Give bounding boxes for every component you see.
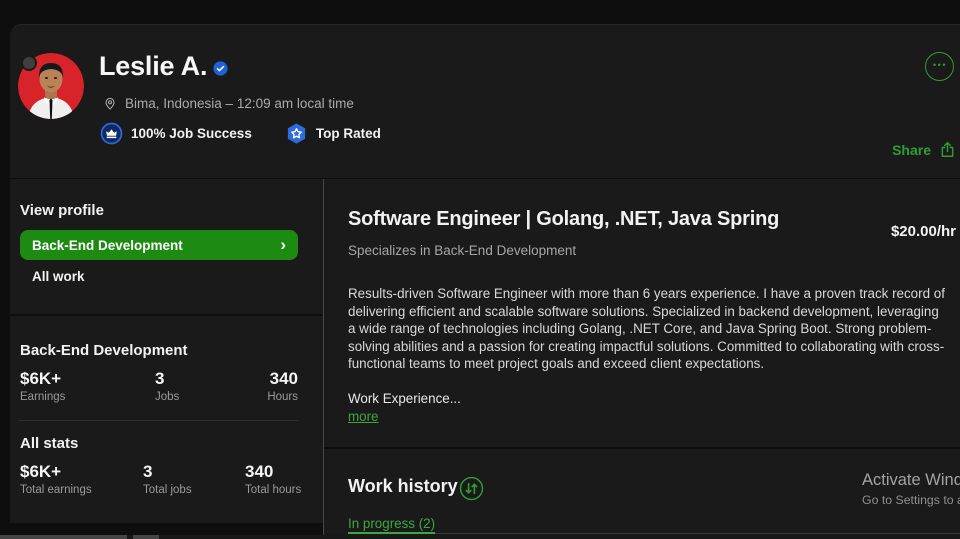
top-rated-badge: Top Rated bbox=[285, 122, 381, 145]
work-history-title: Work history bbox=[348, 476, 458, 496]
ellipsis-icon: ••• bbox=[933, 60, 947, 70]
total-earnings-label: Total earnings bbox=[20, 484, 92, 496]
profile-sidebar: View profile Back-End Development › All … bbox=[10, 179, 323, 523]
freelancer-profile-page: Leslie A. Bima, Indonesia – 12:09 am loc… bbox=[0, 0, 960, 539]
hourly-rate: $20.00/hr bbox=[890, 223, 956, 240]
location-pin-icon bbox=[102, 95, 118, 111]
total-hours-label: Total hours bbox=[245, 484, 302, 496]
tab-in-progress[interactable]: In progress (2) bbox=[348, 517, 436, 534]
work-history-tabbar bbox=[348, 533, 960, 534]
profile-header: Leslie A. Bima, Indonesia – 12:09 am loc… bbox=[10, 24, 960, 178]
profile-description: Results-driven Software Engineer with mo… bbox=[348, 286, 945, 372]
offline-status-dot bbox=[21, 55, 37, 71]
specialization-button-label: Back-End Development bbox=[32, 237, 183, 253]
total-earnings-value: $6K+ bbox=[20, 462, 62, 481]
earnings-value: $6K+ bbox=[20, 369, 62, 388]
total-hours-value: 340 bbox=[245, 462, 274, 481]
windows-activation-watermark: Activate Windows Go to Settings to activ… bbox=[862, 471, 960, 507]
chevron-right-icon: › bbox=[280, 234, 286, 254]
earnings-label: Earnings bbox=[20, 391, 66, 403]
job-success-label: 100% Job Success bbox=[131, 126, 252, 141]
share-label: Share bbox=[892, 141, 931, 158]
profile-overview-section: Software Engineer | Golang, .NET, Java S… bbox=[324, 179, 960, 447]
sidebar-section-divider bbox=[10, 314, 323, 316]
all-stats-title: All stats bbox=[20, 435, 79, 452]
taskbar-search-edge bbox=[0, 535, 127, 539]
hours-label: Hours bbox=[267, 391, 298, 403]
location-text: Bima, Indonesia – 12:09 am local time bbox=[125, 95, 354, 111]
profile-name: Leslie A. bbox=[99, 51, 208, 81]
watermark-line2: Go to Settings to activate Windows. bbox=[862, 493, 960, 507]
share-icon bbox=[938, 140, 957, 159]
top-rated-star-icon bbox=[285, 122, 308, 145]
hours-value: 340 bbox=[269, 369, 298, 388]
sort-icon[interactable] bbox=[459, 476, 484, 501]
job-success-crown-icon bbox=[100, 122, 123, 145]
jobs-value: 3 bbox=[155, 369, 165, 388]
share-button[interactable]: Share bbox=[892, 140, 957, 159]
specialized-stats-title: Back-End Development bbox=[20, 342, 188, 359]
job-success-badge: 100% Job Success bbox=[100, 122, 252, 145]
total-jobs-value: 3 bbox=[143, 462, 153, 481]
badges-row: 100% Job Success Top Rated bbox=[100, 122, 381, 145]
top-rated-label: Top Rated bbox=[315, 126, 381, 141]
specialization-subtitle: Specializes in Back-End Development bbox=[348, 243, 577, 258]
profile-title: Software Engineer | Golang, .NET, Java S… bbox=[348, 208, 780, 230]
view-profile-title: View profile bbox=[20, 202, 104, 219]
total-jobs-label: Total jobs bbox=[143, 484, 192, 496]
taskbar-button-edge bbox=[133, 535, 159, 539]
location-row: Bima, Indonesia – 12:09 am local time bbox=[102, 95, 354, 111]
verified-badge-icon bbox=[212, 60, 229, 77]
more-options-button[interactable]: ••• bbox=[925, 52, 954, 81]
stats-divider bbox=[18, 420, 298, 421]
taskbar-strip bbox=[0, 535, 960, 539]
sidebar-item-back-end-development[interactable]: Back-End Development › bbox=[20, 230, 298, 260]
work-experience-teaser: Work Experience... bbox=[348, 391, 461, 406]
watermark-line1: Activate Windows bbox=[862, 471, 960, 489]
sidebar-item-all-work[interactable]: All work bbox=[32, 269, 85, 284]
jobs-label: Jobs bbox=[155, 391, 180, 403]
more-link[interactable]: more bbox=[348, 409, 379, 424]
